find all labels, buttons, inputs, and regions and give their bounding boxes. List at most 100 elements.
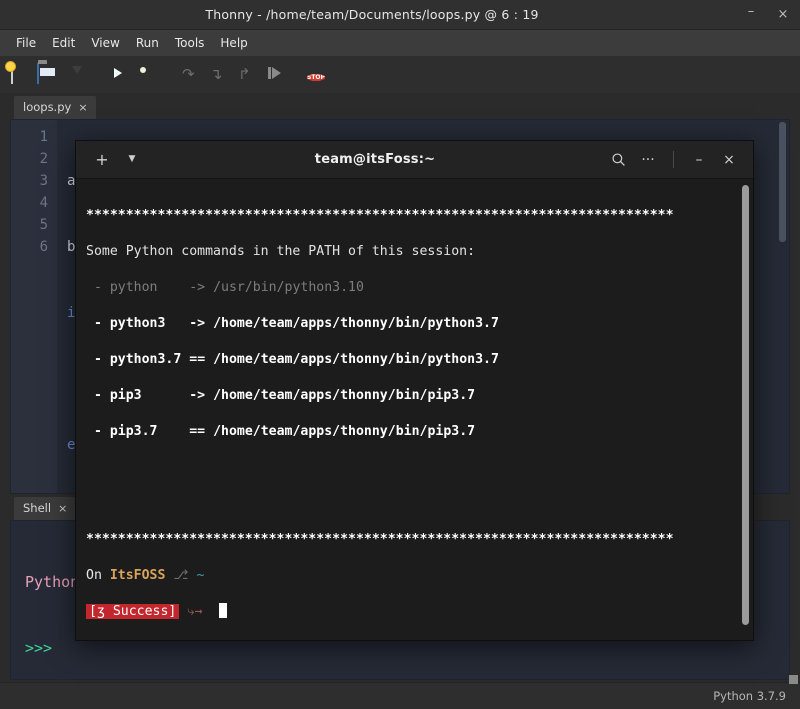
open-file-icon[interactable] [36, 64, 58, 86]
step-over-glyph: ↷ [182, 65, 195, 83]
terminal-blank-line [86, 459, 753, 477]
thonny-window: Thonny - /home/team/Documents/loops.py @… [0, 0, 800, 709]
tab-label: Shell [23, 501, 51, 515]
new-file-icon[interactable] [8, 64, 30, 86]
terminal-minimize-icon[interactable]: – [685, 147, 713, 173]
chevron-down-icon[interactable]: ▼ [118, 147, 146, 173]
tab-shell[interactable]: Shell × [14, 497, 75, 520]
tab-close-icon[interactable]: × [58, 502, 67, 515]
entry-arrow: == [189, 424, 205, 439]
prompt-host: ItsFOSS [110, 568, 166, 583]
resume-icon[interactable] [264, 64, 286, 86]
line-number: 2 [11, 148, 48, 170]
editor-tabstrip: loops.py × [0, 95, 800, 119]
overflow-menu-icon[interactable]: ··· [634, 147, 662, 173]
interpreter-status[interactable]: Python 3.7.9 [713, 689, 786, 703]
entry-name: pip3.7 [110, 424, 158, 439]
entry-path: /home/team/apps/thonny/bin/python3.7 [213, 352, 499, 367]
entry-path: /home/team/apps/thonny/bin/pip3.7 [213, 388, 475, 403]
overflow-menu-glyph: ··· [641, 153, 654, 167]
search-icon-svg [611, 152, 626, 167]
terminal-header-right: ··· – × [604, 147, 749, 173]
entry-name: python [110, 280, 158, 295]
terminal-entry-line: - pip3.7 == /home/team/apps/thonny/bin/p… [86, 423, 753, 441]
step-over-icon[interactable]: ↷ [180, 64, 202, 86]
terminal-scrollbar[interactable] [742, 185, 749, 625]
menubar: File Edit View Run Tools Help [0, 30, 800, 57]
stop-icon[interactable]: STOP [306, 64, 328, 86]
terminal-separator-bottom: ****************************************… [86, 531, 753, 549]
line-number: 4 [11, 192, 48, 214]
step-into-icon[interactable]: ↴ [208, 64, 230, 86]
editor-vertical-scrollbar[interactable] [776, 120, 789, 494]
terminal-entry-line: - python3.7 == /home/team/apps/thonny/bi… [86, 351, 753, 369]
status-badge: [ʒ Success] [86, 604, 179, 619]
minimize-icon[interactable]: – [744, 5, 758, 18]
menu-help[interactable]: Help [212, 33, 255, 53]
terminal-close-glyph: × [723, 153, 735, 167]
step-into-glyph: ↴ [210, 65, 223, 83]
run-icon[interactable] [106, 64, 128, 86]
entry-path: /home/team/apps/thonny/bin/pip3.7 [213, 424, 475, 439]
statusbar: Python 3.7.9 [0, 682, 800, 709]
entry-arrow: -> [189, 316, 205, 331]
entry-name: pip3 [110, 388, 142, 403]
stop-glyph: STOP [307, 74, 325, 81]
terminal-minimize-glyph: – [696, 153, 703, 167]
prompt-arrows: ⤷→ [187, 604, 202, 619]
terminal-blank-line-2 [86, 495, 753, 513]
editor-scrollbar-thumb[interactable] [779, 122, 786, 242]
line-number-gutter: 1 2 3 4 5 6 [11, 120, 57, 493]
search-icon[interactable] [604, 147, 632, 173]
toolbar: ↷ ↴ ↱ STOP [0, 57, 800, 93]
entry-path: /home/team/apps/thonny/bin/python3.7 [213, 316, 499, 331]
entry-name: python3.7 [110, 352, 181, 367]
terminal-separator-top: ****************************************… [86, 207, 753, 225]
terminal-prompt-line-1: On ItsFOSS ⎇ ~ [86, 567, 753, 585]
debug-icon[interactable] [134, 64, 156, 86]
thonny-titlebar: Thonny - /home/team/Documents/loops.py @… [0, 0, 800, 30]
terminal-output[interactable]: ****************************************… [76, 179, 753, 640]
menu-view[interactable]: View [83, 33, 127, 53]
terminal-cursor [219, 603, 227, 618]
terminal-title: team@itsFoss:~ [146, 152, 604, 167]
menu-run[interactable]: Run [128, 33, 167, 53]
save-file-icon[interactable] [64, 64, 86, 86]
line-number: 5 [11, 214, 48, 236]
terminal-entry-line: - python3 -> /home/team/apps/thonny/bin/… [86, 315, 753, 333]
menu-file[interactable]: File [8, 33, 44, 53]
terminal-prompt-line-2: [ʒ Success] ⤷→ [86, 603, 753, 621]
prompt-on: On [86, 568, 102, 583]
resize-grip[interactable] [789, 675, 798, 684]
entry-path: /usr/bin/python3.10 [213, 280, 364, 295]
line-number: 3 [11, 170, 48, 192]
step-out-icon[interactable]: ↱ [236, 64, 258, 86]
entry-name: python3 [110, 316, 166, 331]
terminal-window[interactable]: + ▼ team@itsFoss:~ ··· – [75, 140, 754, 641]
menu-tools[interactable]: Tools [167, 33, 213, 53]
terminal-close-icon[interactable]: × [715, 147, 743, 173]
terminal-entry-line: - pip3 -> /home/team/apps/thonny/bin/pip… [86, 387, 753, 405]
tab-label: loops.py [23, 100, 71, 114]
prompt-tilde: ~ [197, 568, 205, 583]
new-tab-icon[interactable]: + [88, 147, 116, 173]
close-icon[interactable]: × [776, 8, 790, 21]
line-number: 6 [11, 236, 48, 258]
menu-edit[interactable]: Edit [44, 33, 83, 53]
branch-icon: ⎇ [173, 568, 188, 583]
terminal-entry-line: - python -> /usr/bin/python3.10 [86, 279, 753, 297]
tab-loops-py[interactable]: loops.py × [14, 96, 96, 119]
terminal-scrollbar-thumb[interactable] [742, 185, 749, 625]
terminal-titlebar: + ▼ team@itsFoss:~ ··· – [76, 141, 753, 179]
entry-arrow: -> [189, 388, 205, 403]
terminal-header-left: + ▼ [80, 147, 146, 173]
entry-arrow: -> [189, 280, 205, 295]
terminal-heading: Some Python commands in the PATH of this… [86, 243, 753, 261]
page-title: Thonny - /home/team/Documents/loops.py @… [0, 7, 744, 22]
tab-close-icon[interactable]: × [78, 101, 87, 114]
entry-arrow: == [189, 352, 205, 367]
window-controls: – × [744, 8, 800, 21]
terminal-header-separator [673, 151, 674, 168]
line-number: 1 [11, 126, 48, 148]
step-out-glyph: ↱ [238, 65, 251, 83]
